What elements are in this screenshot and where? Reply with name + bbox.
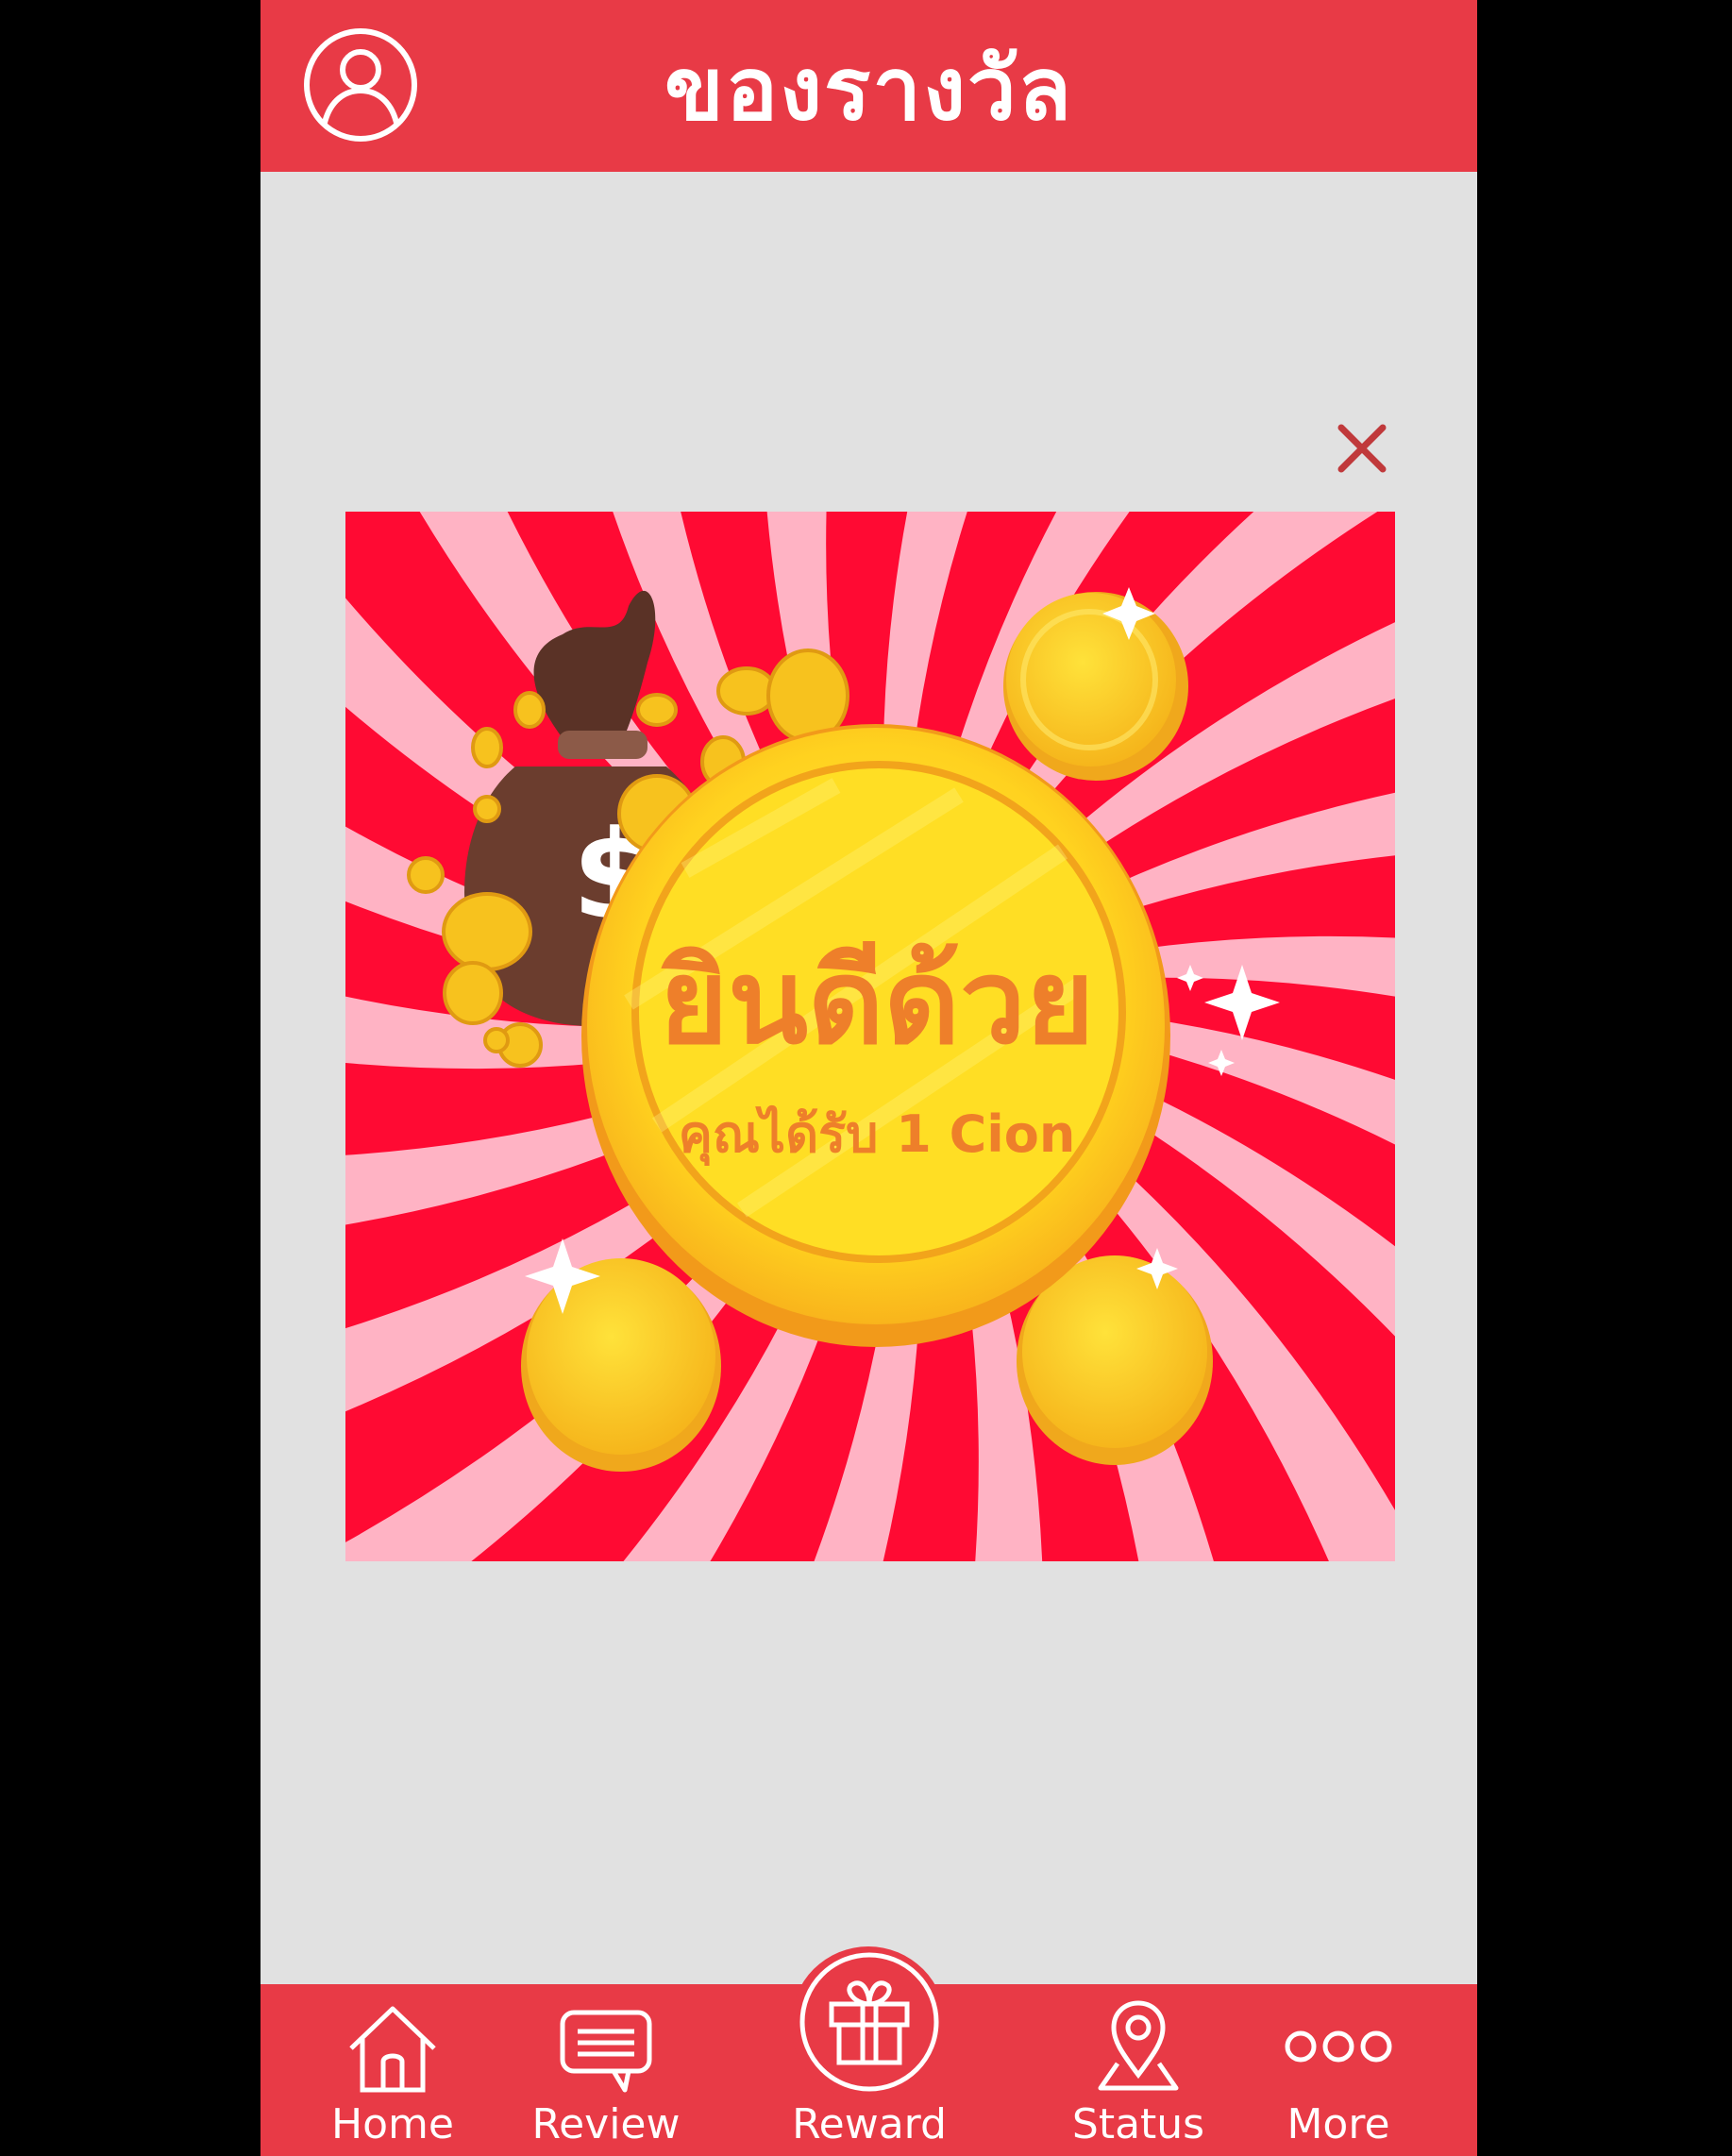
nav-item-home[interactable]: Home [308, 1984, 478, 2156]
app-screen: ของรางวัล $ ยินดีด้วย คุณได้รับ 1 Cion H… [261, 0, 1477, 2156]
nav-label: More [1286, 2100, 1390, 2148]
congrats-text: ยินดีด้วย [659, 935, 1095, 1070]
gift-icon [799, 1952, 939, 2092]
reward-congrats-image: $ ยินดีด้วย คุณได้รับ 1 Cion [345, 512, 1395, 1561]
review-icon [560, 2010, 652, 2093]
profile-button[interactable] [302, 26, 419, 143]
nav-item-reward[interactable]: Reward [789, 1952, 950, 2156]
received-coin-text: คุณได้รับ 1 Cion [678, 1104, 1076, 1164]
top-bar: ของรางวัล [261, 0, 1477, 172]
nav-item-review[interactable]: Review [521, 1984, 691, 2156]
nav-label: Status [1071, 2100, 1205, 2148]
page-title: ของรางวัล [664, 39, 1074, 140]
home-icon [349, 2006, 436, 2093]
close-button[interactable] [1337, 423, 1387, 474]
user-circle-icon [304, 28, 417, 142]
nav-label: Home [331, 2100, 454, 2148]
location-pin-icon [1098, 2000, 1179, 2091]
close-icon [1337, 424, 1387, 473]
nav-label: Review [531, 2100, 681, 2148]
nav-label: Reward [792, 2100, 947, 2148]
nav-item-status[interactable]: Status [1053, 1984, 1223, 2156]
more-dots-icon [1285, 2030, 1392, 2063]
nav-item-more[interactable]: More [1253, 1984, 1423, 2156]
